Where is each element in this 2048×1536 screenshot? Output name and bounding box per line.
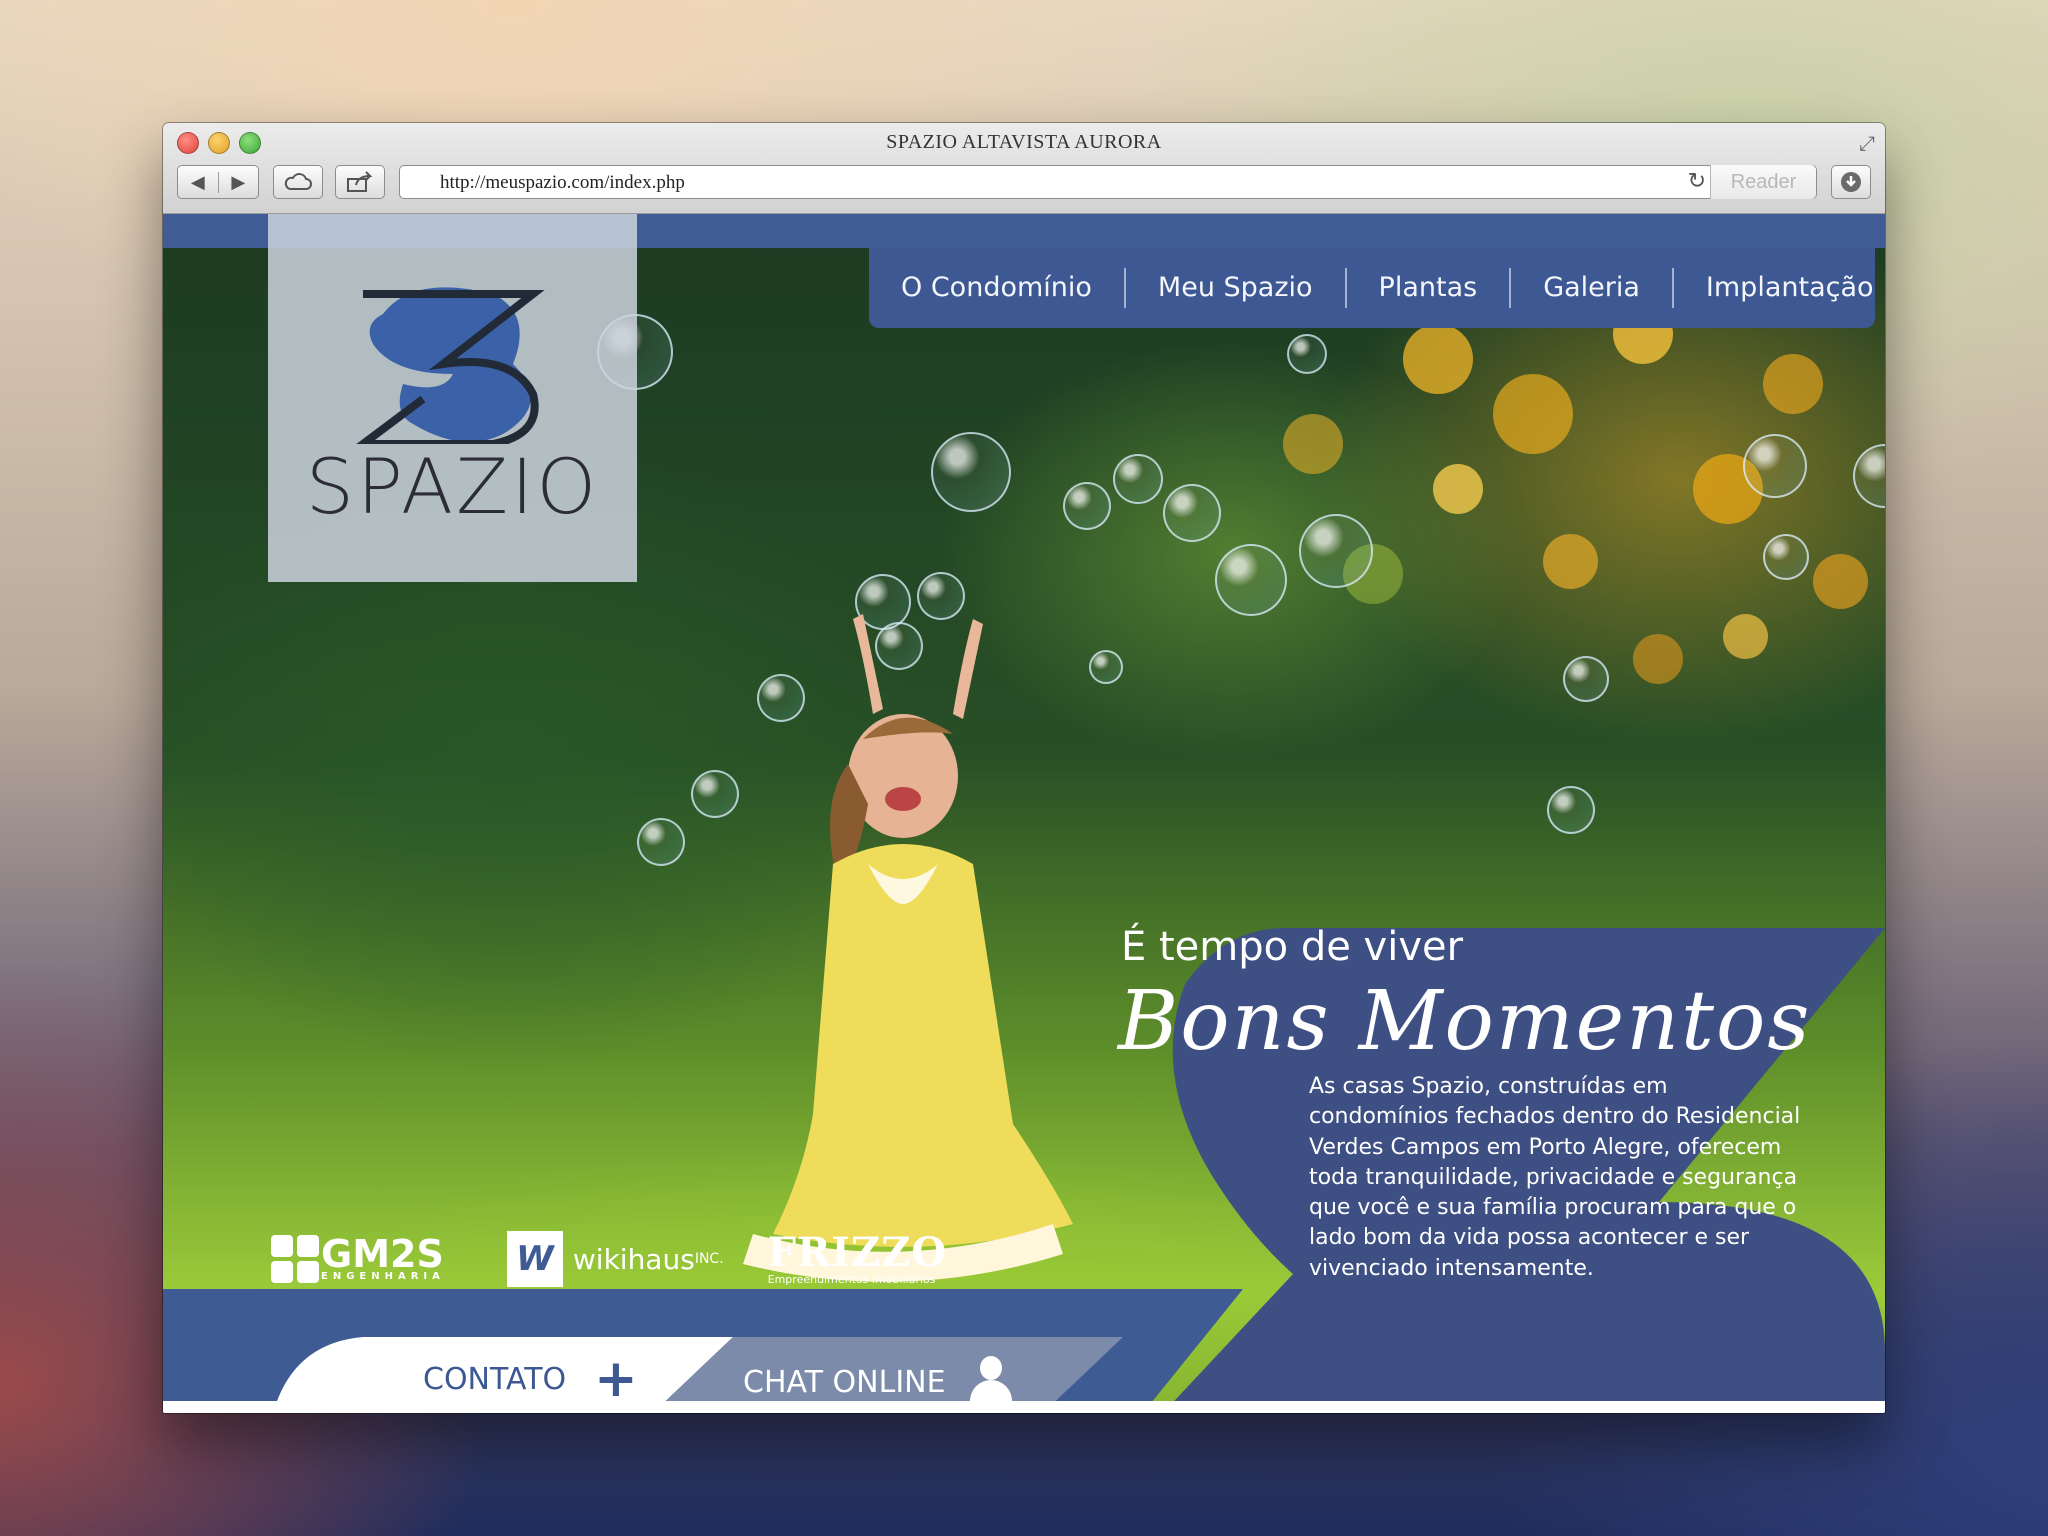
wikihaus-logo[interactable]: W wikihaus INC.: [506, 1231, 724, 1287]
wikihaus-mark-icon: W: [506, 1231, 563, 1287]
reload-icon[interactable]: ↻: [1688, 169, 1706, 194]
hero-headline: É tempo de viver: [1121, 924, 1464, 970]
plus-icon: +: [594, 1349, 638, 1409]
icloud-tabs-button[interactable]: [273, 165, 323, 199]
window-title: SPAZIO ALTAVISTA AURORA: [886, 131, 1162, 153]
gm2s-logo[interactable]: GM2S ENGENHARIA: [271, 1235, 445, 1283]
frizzo-name: FRIZZO: [767, 1228, 948, 1276]
page-bottom-edge: [163, 1401, 1885, 1413]
forward-arrow-icon[interactable]: ▶: [217, 171, 259, 193]
gm2s-squares-icon: [271, 1235, 319, 1283]
back-arrow-icon[interactable]: ◀: [178, 172, 218, 193]
contato-button[interactable]: CONTATO +: [423, 1349, 638, 1409]
contato-label: CONTATO: [423, 1361, 567, 1397]
hero-description: As casas Spazio, construídas em condomín…: [1309, 1074, 1801, 1281]
chat-label: CHAT ONLINE: [743, 1364, 946, 1400]
partner-logos: GM2S ENGENHARIA W wikihaus INC. FRIZZO E…: [271, 1224, 947, 1294]
browser-toolbar: SPAZIO ALTAVISTA AURORA ⤢ ◀ ▶ http://meu…: [163, 123, 1885, 214]
fullscreen-icon[interactable]: ⤢: [1859, 131, 1875, 155]
share-button[interactable]: [335, 165, 385, 199]
hero-script-title: Bons Momentos: [1118, 974, 1812, 1069]
reader-button[interactable]: Reader: [1710, 165, 1816, 199]
page-viewport: SPAZIO O Condomínio Meu Spazio Plantas G…: [163, 214, 1885, 1413]
download-icon: [1841, 172, 1861, 192]
wikihaus-name: wikihaus: [572, 1242, 695, 1276]
browser-window: SPAZIO ALTAVISTA AURORA ⤢ ◀ ▶ http://meu…: [163, 123, 1885, 1413]
wikihaus-suffix: INC.: [694, 1251, 724, 1267]
gm2s-sub: ENGENHARIA: [321, 1270, 445, 1282]
frizzo-logo[interactable]: FRIZZO Empreendimentos Imobiliários: [767, 1228, 948, 1286]
share-icon: [347, 171, 373, 192]
address-bar[interactable]: http://meuspazio.com/index.php ↻ Reader: [399, 165, 1817, 199]
back-forward-group: ◀ ▶: [177, 165, 259, 199]
downloads-button[interactable]: [1831, 165, 1871, 199]
cloud-icon: [284, 173, 312, 190]
gm2s-name: GM2S: [321, 1231, 444, 1276]
frizzo-sub: Empreendimentos Imobiliários: [767, 1272, 936, 1286]
url-text[interactable]: http://meuspazio.com/index.php: [440, 172, 685, 194]
